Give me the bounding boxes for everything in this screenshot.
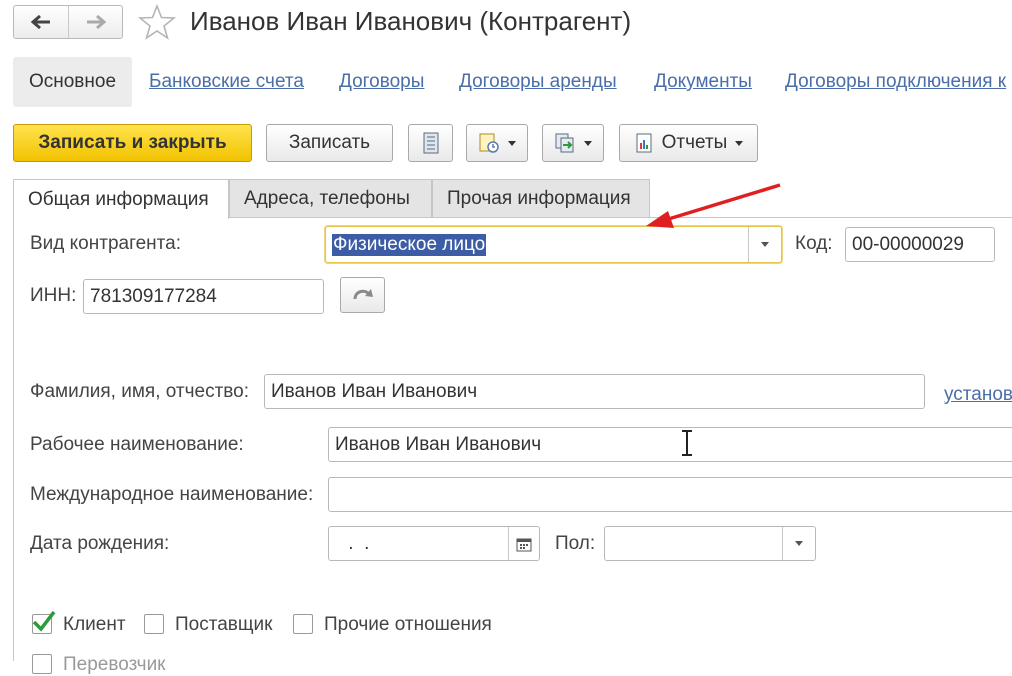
calendar-icon (516, 538, 532, 551)
forward-button[interactable] (69, 6, 123, 38)
arrow-left-icon (30, 14, 50, 30)
checkmark-icon (32, 610, 56, 632)
list-button[interactable] (408, 124, 453, 162)
tab-addresses-phones[interactable]: Адреса, телефоны (229, 179, 432, 217)
save-and-close-button[interactable]: Записать и закрыть (13, 124, 252, 162)
section-tab-main[interactable]: Основное (13, 57, 132, 107)
chevron-down-icon (508, 140, 516, 146)
calendar-button[interactable] (508, 527, 539, 560)
work-name-value: Иванов Иван Иванович (335, 433, 542, 455)
section-link-documents[interactable]: Документы (654, 71, 752, 93)
gender-dropdown-button[interactable] (782, 527, 815, 560)
kind-label: Вид контрагента: (30, 233, 181, 254)
intl-name-field[interactable] (328, 477, 1012, 512)
gender-label: Пол: (555, 533, 596, 554)
fio-label: Фамилия, имя, отчество: (30, 381, 250, 402)
redo-arrow-icon (353, 289, 373, 300)
chevron-down-icon (584, 140, 592, 146)
birth-date-label: Дата рождения: (30, 533, 170, 554)
intl-name-label: Международное наименование: (30, 484, 314, 505)
documents-arrow-icon (555, 133, 574, 153)
client-label[interactable]: Клиент (63, 614, 126, 636)
work-name-label: Рабочее наименование: (30, 434, 244, 455)
code-label: Код: (795, 233, 833, 254)
supplier-checkbox[interactable] (144, 614, 164, 634)
birth-date-field[interactable]: . . (328, 526, 540, 561)
gender-select[interactable] (604, 526, 816, 561)
save-button[interactable]: Записать (266, 124, 393, 162)
chevron-down-icon (795, 541, 803, 546)
set-link[interactable]: установ (944, 384, 1012, 406)
annotation-arrow-icon (646, 183, 781, 228)
fio-field[interactable]: Иванов Иван Иванович (264, 374, 925, 409)
carrier-checkbox[interactable] (32, 654, 52, 674)
reports-button[interactable]: Отчеты (619, 124, 758, 162)
carrier-label[interactable]: Перевозчик (63, 654, 166, 676)
document-list-icon (423, 132, 438, 154)
other-relations-checkbox[interactable] (293, 614, 313, 634)
document-create-icon (479, 133, 499, 153)
back-button[interactable] (14, 6, 69, 38)
arrow-right-icon (87, 14, 107, 30)
client-checkbox[interactable] (32, 610, 56, 634)
reports-label: Отчеты (661, 132, 728, 153)
fill-by-inn-button[interactable] (340, 277, 385, 313)
text-cursor-icon (682, 430, 692, 456)
kind-value: Физическое лицо (332, 233, 487, 256)
birth-date-value: . . (343, 532, 370, 554)
section-link-rent-contracts[interactable]: Договоры аренды (459, 71, 617, 93)
tab-other-info[interactable]: Прочая информация (432, 179, 650, 217)
inn-label: ИНН: (30, 285, 77, 306)
section-link-connection-contracts[interactable]: Договоры подключения к (785, 71, 1012, 93)
favorite-star-icon[interactable] (137, 3, 177, 45)
report-icon (636, 133, 652, 153)
chevron-down-icon (761, 242, 769, 247)
code-field[interactable]: 00-00000029 (845, 227, 995, 262)
work-name-field[interactable]: Иванов Иван Иванович (328, 427, 1012, 462)
page-title: Иванов Иван Иванович (Контрагент) (190, 6, 632, 36)
other-relations-label[interactable]: Прочие отношения (324, 614, 492, 636)
chevron-down-icon (735, 140, 744, 146)
tab-panel-border (13, 217, 14, 661)
tab-general-info[interactable]: Общая информация (13, 179, 229, 219)
navigation-buttons (13, 5, 123, 39)
related-documents-button[interactable] (542, 124, 604, 162)
supplier-label[interactable]: Поставщик (175, 614, 272, 636)
create-based-on-button[interactable] (466, 124, 528, 162)
section-link-contracts[interactable]: Договоры (339, 71, 424, 93)
inn-field[interactable]: 781309177284 (83, 279, 324, 314)
section-link-bank-accounts[interactable]: Банковские счета (149, 71, 304, 93)
